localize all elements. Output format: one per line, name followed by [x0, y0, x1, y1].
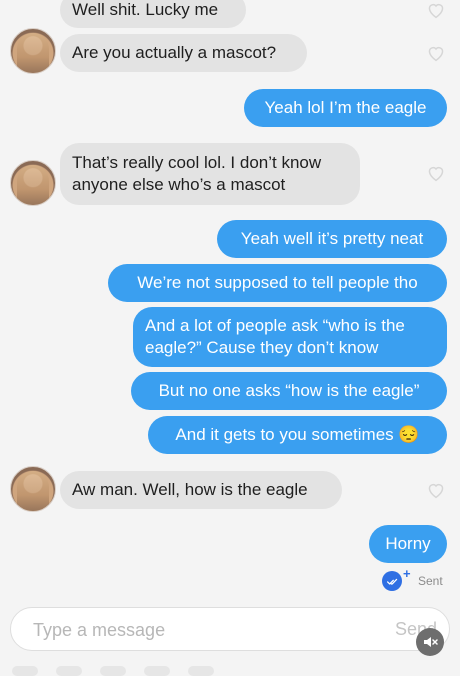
avatar[interactable]: [10, 160, 56, 206]
message-bubble: Yeah well it’s pretty neat: [217, 220, 447, 258]
bottom-bar-item: [56, 666, 82, 676]
message-bubble: We’re not supposed to tell people tho: [108, 264, 447, 302]
bottom-bar-item: [12, 666, 38, 676]
bottom-bar-item: [144, 666, 170, 676]
speaker-muted-icon[interactable]: [416, 628, 444, 656]
bottom-bar-item: [100, 666, 126, 676]
heart-outline-icon[interactable]: [426, 164, 446, 182]
message-bubble: Yeah lol I’m the eagle: [244, 89, 447, 127]
message-bubble: But no one asks “how is the eagle”: [131, 372, 447, 410]
message-bubble: Well shit. Lucky me: [60, 0, 246, 28]
double-check-icon: +: [382, 566, 411, 591]
sent-label: Sent: [418, 574, 443, 588]
heart-outline-icon[interactable]: [426, 44, 446, 62]
message-composer: Send: [10, 607, 450, 651]
avatar[interactable]: [10, 28, 56, 74]
message-thread: Well shit. Lucky me Are you actually a m…: [0, 0, 460, 672]
heart-outline-icon[interactable]: [426, 481, 446, 499]
message-bubble: And a lot of people ask “who is the eagl…: [133, 307, 447, 367]
avatar[interactable]: [10, 466, 56, 512]
message-bubble: That’s really cool lol. I don’t know any…: [60, 143, 360, 205]
message-bubble: Are you actually a mascot?: [60, 34, 307, 72]
message-bubble: Horny: [369, 525, 447, 563]
message-bubble: And it gets to you sometimes 😔: [148, 416, 447, 454]
message-status: + Sent: [382, 566, 443, 592]
bottom-bar-item: [188, 666, 214, 676]
bottom-bar: [0, 664, 460, 676]
heart-outline-icon[interactable]: [426, 1, 446, 19]
message-input[interactable]: [31, 618, 365, 642]
plus-icon: +: [403, 566, 411, 581]
message-bubble: Aw man. Well, how is the eagle: [60, 471, 342, 509]
